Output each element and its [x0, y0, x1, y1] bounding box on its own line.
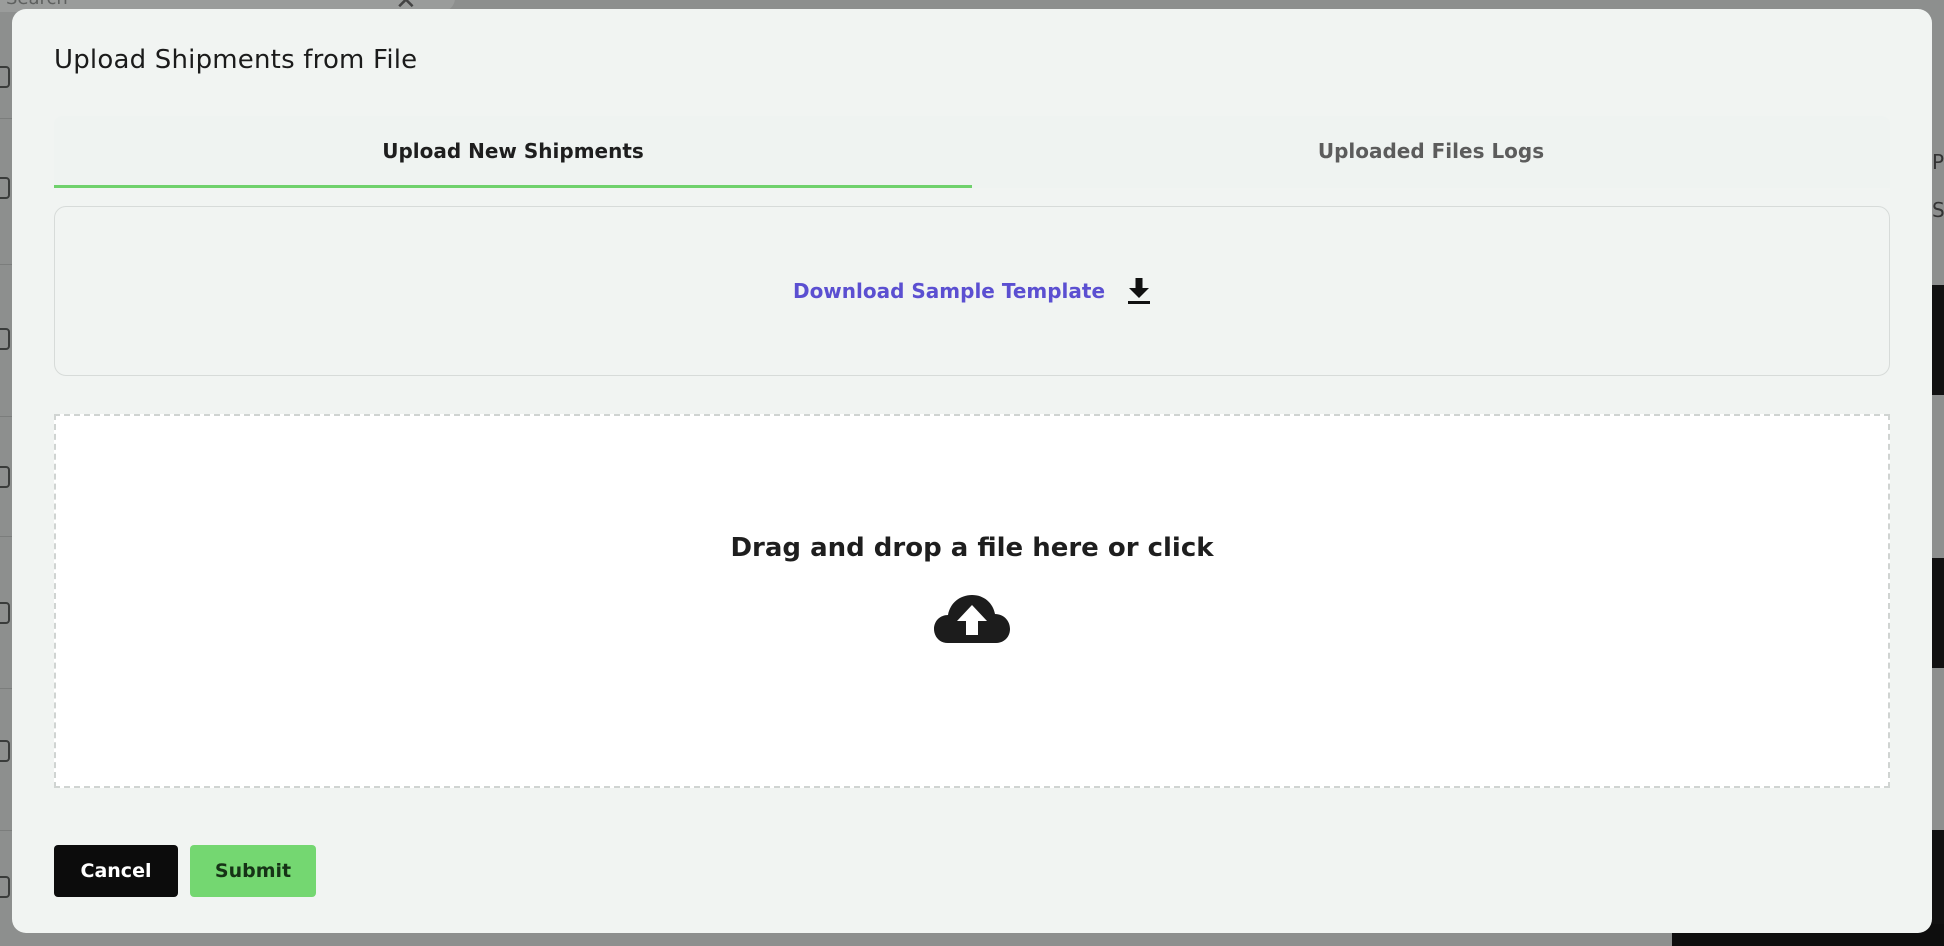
background-checkbox [0, 602, 10, 624]
background-checkbox [0, 466, 10, 488]
download-sample-template-link[interactable]: Download Sample Template [793, 279, 1105, 303]
background-checkbox [0, 876, 10, 898]
background-row-button [1930, 285, 1944, 395]
background-header-text: S [1932, 198, 1944, 222]
dropzone-instruction: Drag and drop a file here or click [730, 533, 1214, 563]
cloud-upload-icon [932, 591, 1012, 647]
download-icon[interactable] [1127, 277, 1151, 305]
cancel-button[interactable]: Cancel [54, 845, 178, 897]
submit-button[interactable]: Submit [190, 845, 316, 897]
sample-template-panel: Download Sample Template [54, 206, 1890, 376]
modal-title: Upload Shipments from File [54, 45, 418, 75]
tab-upload-new-shipments[interactable]: Upload New Shipments [54, 116, 972, 188]
background-checkbox [0, 740, 10, 762]
background-checkbox [0, 66, 10, 88]
file-dropzone[interactable]: Drag and drop a file here or click [54, 414, 1890, 788]
tab-bar: Upload New Shipments Uploaded Files Logs [54, 116, 1890, 188]
tab-uploaded-files-logs[interactable]: Uploaded Files Logs [972, 116, 1890, 188]
background-row-button [1930, 558, 1944, 668]
upload-shipments-modal: Upload Shipments from File Upload New Sh… [12, 9, 1932, 933]
background-header-text: P [1932, 150, 1944, 174]
background-checkbox [0, 328, 10, 350]
background-checkbox [0, 177, 10, 199]
